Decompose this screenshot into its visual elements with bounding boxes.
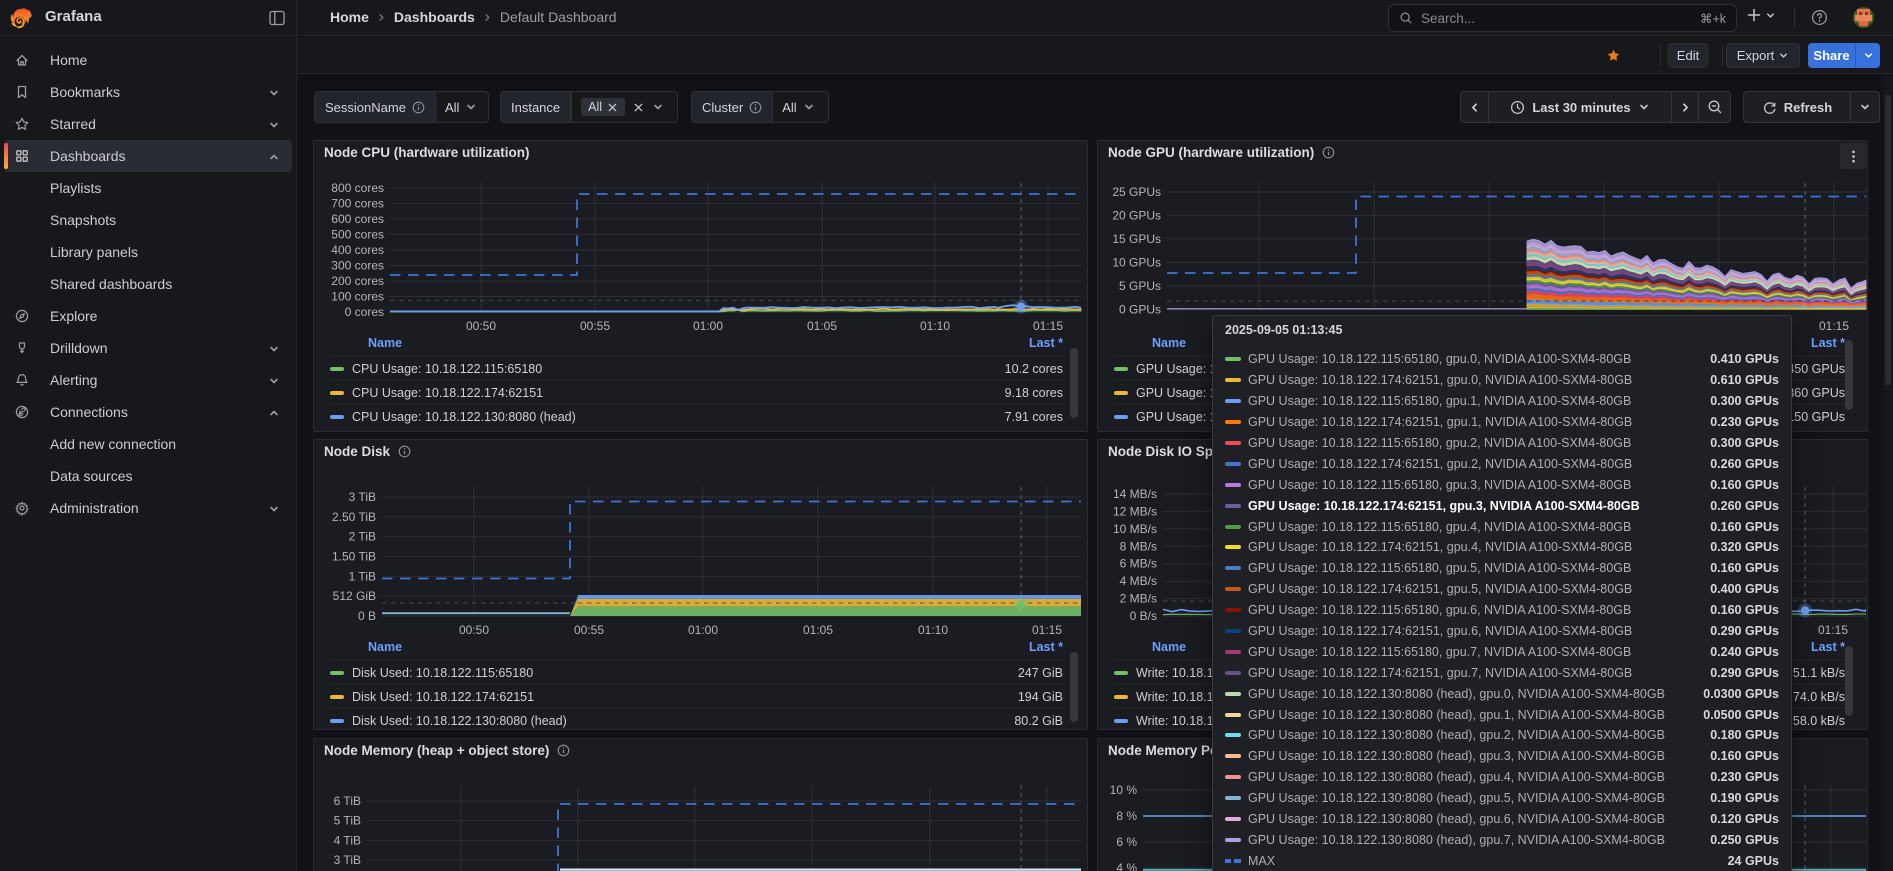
svg-text:01:15: 01:15 — [1818, 623, 1848, 637]
svg-text:600 cores: 600 cores — [331, 212, 384, 226]
svg-text:6 %: 6 % — [1116, 835, 1137, 849]
svg-text:10 GPUs: 10 GPUs — [1112, 256, 1161, 270]
svg-text:500 cores: 500 cores — [331, 228, 384, 242]
svg-text:3 TiB: 3 TiB — [334, 853, 361, 867]
svg-text:00:50: 00:50 — [459, 623, 489, 637]
svg-text:01:05: 01:05 — [807, 319, 837, 333]
svg-text:700 cores: 700 cores — [331, 197, 384, 211]
svg-text:12 MB/s: 12 MB/s — [1113, 504, 1157, 518]
svg-text:1 TiB: 1 TiB — [349, 569, 376, 583]
svg-text:4 %: 4 % — [1116, 861, 1137, 871]
svg-text:0 cores: 0 cores — [345, 305, 384, 319]
svg-text:2.50 TiB: 2.50 TiB — [332, 510, 376, 524]
svg-text:01:10: 01:10 — [920, 319, 950, 333]
svg-text:300 cores: 300 cores — [331, 259, 384, 273]
svg-text:6 TiB: 6 TiB — [334, 794, 361, 808]
svg-text:10 %: 10 % — [1110, 783, 1138, 797]
svg-text:4 TiB: 4 TiB — [334, 833, 361, 847]
svg-text:100 cores: 100 cores — [331, 290, 384, 304]
svg-text:01:10: 01:10 — [918, 623, 948, 637]
svg-text:14 MB/s: 14 MB/s — [1113, 487, 1157, 501]
svg-text:00:55: 00:55 — [580, 319, 610, 333]
svg-text:3 TiB: 3 TiB — [349, 490, 376, 504]
svg-text:200 cores: 200 cores — [331, 274, 384, 288]
svg-text:5 GPUs: 5 GPUs — [1119, 279, 1161, 293]
svg-text:20 GPUs: 20 GPUs — [1112, 209, 1161, 223]
svg-text:01:15: 01:15 — [1033, 319, 1063, 333]
svg-text:01:15: 01:15 — [1819, 319, 1849, 333]
svg-text:00:50: 00:50 — [466, 319, 496, 333]
svg-text:8 MB/s: 8 MB/s — [1120, 539, 1157, 553]
svg-text:01:15: 01:15 — [1032, 623, 1062, 637]
svg-text:0 B: 0 B — [358, 609, 376, 623]
svg-text:512 GiB: 512 GiB — [333, 589, 376, 603]
svg-text:800 cores: 800 cores — [331, 181, 384, 195]
svg-text:0 B/s: 0 B/s — [1130, 609, 1157, 623]
svg-text:1.50 TiB: 1.50 TiB — [332, 549, 376, 563]
svg-text:6 MB/s: 6 MB/s — [1120, 557, 1157, 571]
svg-text:15 GPUs: 15 GPUs — [1112, 232, 1161, 246]
svg-text:10 MB/s: 10 MB/s — [1113, 522, 1157, 536]
svg-text:25 GPUs: 25 GPUs — [1112, 185, 1161, 199]
svg-text:0 GPUs: 0 GPUs — [1119, 303, 1161, 317]
svg-text:8 %: 8 % — [1116, 809, 1137, 823]
svg-text:2 TiB: 2 TiB — [349, 530, 376, 544]
svg-text:400 cores: 400 cores — [331, 243, 384, 257]
svg-text:01:05: 01:05 — [803, 623, 833, 637]
svg-text:01:00: 01:00 — [693, 319, 723, 333]
svg-text:4 MB/s: 4 MB/s — [1120, 574, 1157, 588]
svg-text:2 MB/s: 2 MB/s — [1120, 592, 1157, 606]
svg-text:01:00: 01:00 — [688, 623, 718, 637]
svg-text:00:55: 00:55 — [574, 623, 604, 637]
svg-text:5 TiB: 5 TiB — [334, 814, 361, 828]
